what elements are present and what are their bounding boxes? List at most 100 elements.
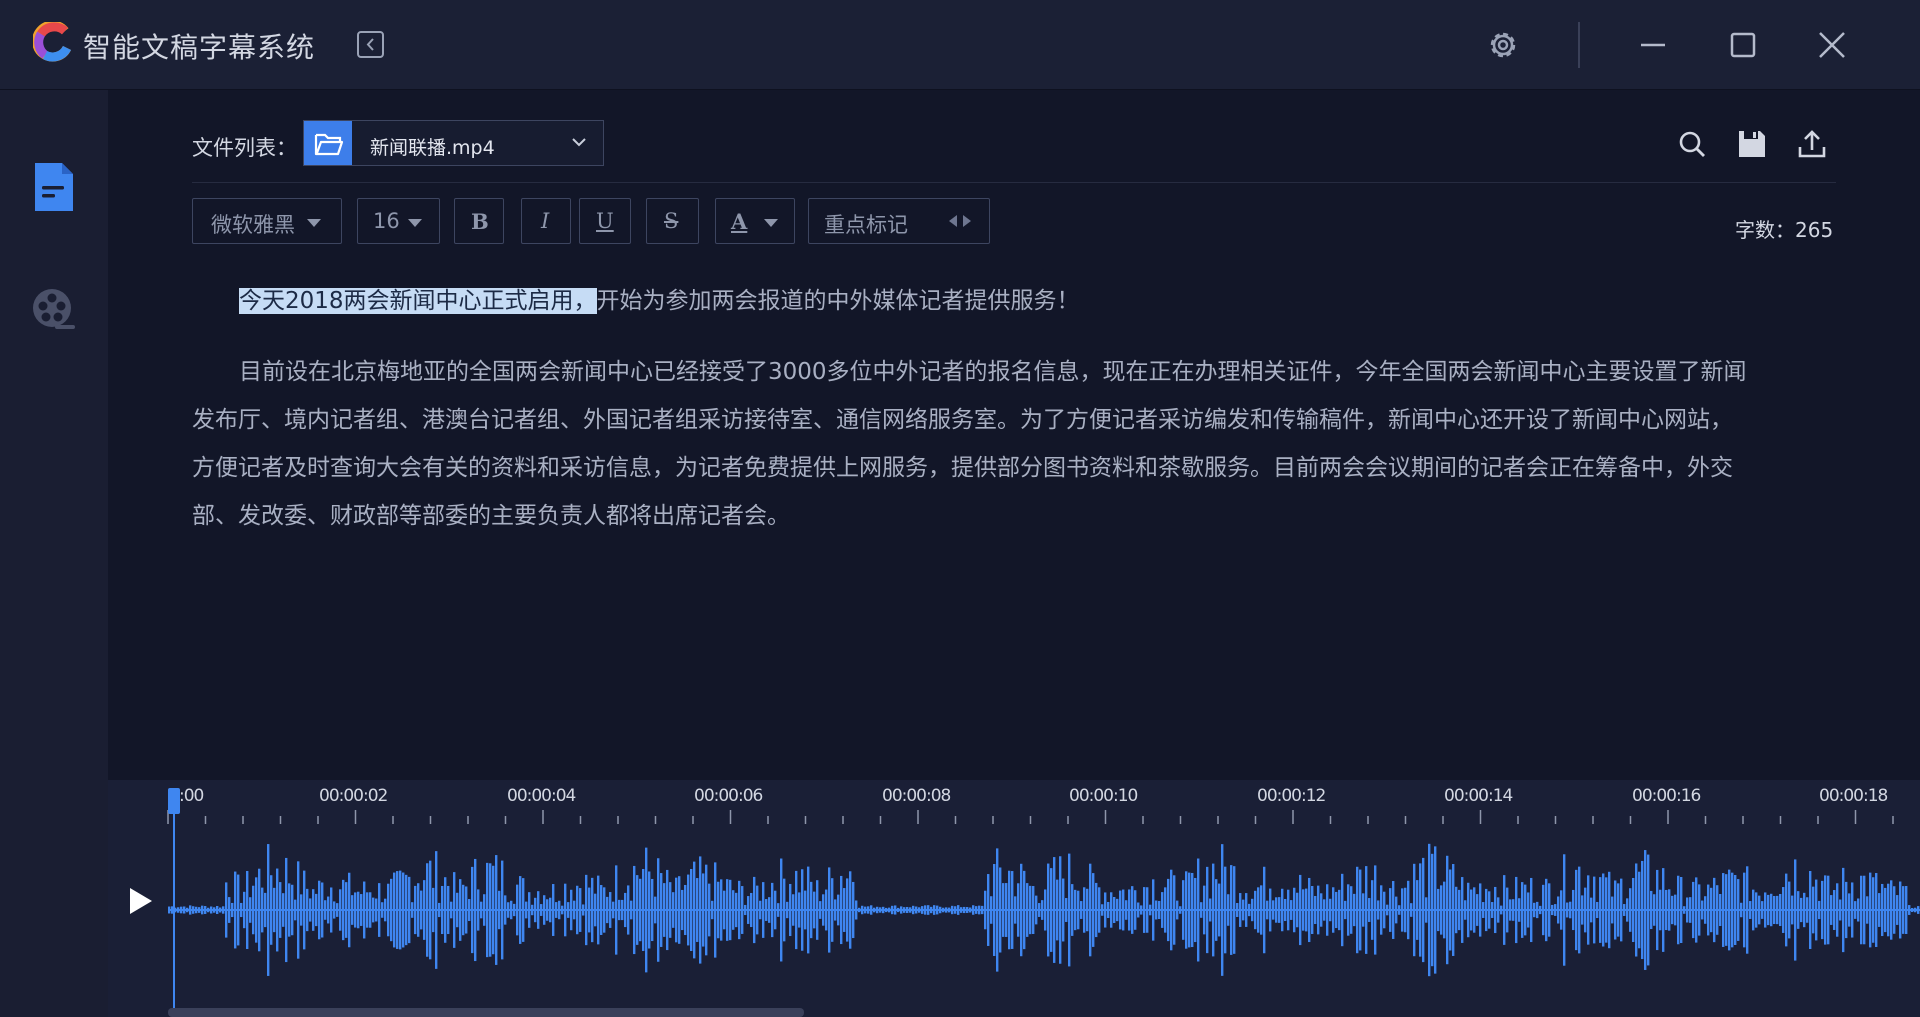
- save-icon[interactable]: [1736, 128, 1768, 160]
- waveform-bar: [1788, 881, 1791, 939]
- audio-waveform[interactable]: [168, 820, 1920, 1000]
- playhead-line[interactable]: [173, 810, 175, 1010]
- sidebar: [0, 90, 108, 1017]
- waveform-bar: [318, 880, 321, 940]
- waveform-bar: [1521, 882, 1524, 938]
- waveform-bar: [1644, 850, 1647, 970]
- paragraph-2-line-2[interactable]: 发布厅、境内记者组、港澳台记者组、外国记者组采访接待室、通信网络服务室。为了方便…: [192, 396, 1832, 444]
- waveform-bar: [1770, 893, 1773, 927]
- highlight-mark-button[interactable]: 重点标记: [808, 198, 990, 244]
- waveform-bar: [651, 878, 654, 942]
- font-size-select[interactable]: 16: [357, 198, 440, 244]
- waveform-bar: [180, 906, 183, 914]
- waveform-bar: [1575, 869, 1578, 951]
- waveform-bar: [1728, 869, 1731, 951]
- waveform-bar: [1458, 889, 1461, 931]
- close-icon[interactable]: [1812, 25, 1852, 65]
- waveform-bar: [990, 896, 993, 924]
- font-family-select[interactable]: 微软雅黑: [192, 198, 342, 244]
- maximize-icon[interactable]: [1723, 25, 1763, 65]
- waveform-bar: [1752, 889, 1755, 931]
- waveform-bar: [1632, 877, 1635, 943]
- waveform-bar: [513, 903, 516, 917]
- upload-icon[interactable]: [1796, 128, 1828, 160]
- waveform-bar: [1305, 888, 1308, 932]
- waveform-bar: [858, 907, 861, 913]
- waveform-bar: [924, 905, 927, 915]
- waveform-bar: [1098, 887, 1101, 933]
- waveform-bar: [942, 907, 945, 913]
- waveform-bar: [1863, 875, 1866, 945]
- waveform-bar: [1395, 896, 1398, 924]
- waveform-bar: [807, 866, 810, 954]
- strikethrough-button[interactable]: S: [646, 198, 699, 244]
- font-color-button[interactable]: A: [715, 198, 795, 244]
- waveform-bar: [1812, 886, 1815, 934]
- waveform-bar: [183, 906, 186, 914]
- waveform-bar: [429, 860, 432, 960]
- waveform-bar: [1095, 882, 1098, 938]
- waveform-bar: [1191, 872, 1194, 948]
- waveform-bar: [1860, 875, 1863, 945]
- underline-button[interactable]: U: [579, 198, 631, 244]
- waveform-bar: [738, 880, 741, 940]
- bold-button[interactable]: B: [454, 198, 504, 244]
- search-icon[interactable]: [1676, 128, 1708, 160]
- paragraph-1-rest[interactable]: 开始为参加两会报道的中外媒体记者提供服务！: [597, 288, 1080, 314]
- waveform-bar: [1071, 884, 1074, 936]
- waveform-bar: [1434, 846, 1437, 974]
- waveform-bar: [1698, 884, 1701, 936]
- waveform-bar: [1914, 907, 1917, 913]
- waveform-bar: [975, 906, 978, 914]
- waveform-bar: [543, 895, 546, 925]
- waveform-bar: [1134, 890, 1137, 930]
- gear-icon[interactable]: [1483, 25, 1523, 65]
- open-folder-button[interactable]: [304, 121, 352, 165]
- paragraph-2-line-4[interactable]: 部、发改委、财政部等部委的主要负责人都将出席记者会。: [192, 492, 1832, 540]
- play-icon[interactable]: [126, 884, 156, 918]
- paragraph-2[interactable]: 目前设在北京梅地亚的全国两会新闻中心已经接受了3000多位中外记者的报名信息，现…: [192, 348, 1832, 540]
- waveform-bar: [1176, 900, 1179, 920]
- audio-timeline: :00 00:00:02 00:00:04 00:00:06 00:00:08 …: [108, 780, 1920, 1017]
- waveform-bar: [306, 888, 309, 932]
- waveform-bar: [1608, 871, 1611, 949]
- collapse-sidebar-button[interactable]: [357, 31, 384, 58]
- waveform-bar: [1596, 901, 1599, 919]
- selected-text[interactable]: 今天2018两会新闻中心正式启用，: [239, 288, 597, 314]
- waveform-bar: [1839, 899, 1842, 921]
- waveform-bar: [1035, 895, 1038, 925]
- paragraph-2-line-3[interactable]: 方便记者及时查询大会有关的资料和采访信息，为记者免费提供上网服务，提供部分图书资…: [192, 444, 1832, 492]
- time-label: 00:00:18: [1819, 786, 1888, 806]
- waveform-bar: [1440, 885, 1443, 935]
- waveform-bar: [324, 900, 327, 920]
- waveform-bar: [1263, 866, 1266, 954]
- horizontal-scrollbar[interactable]: [168, 1008, 804, 1017]
- waveform-bar: [1254, 890, 1257, 930]
- waveform-bar: [675, 877, 678, 943]
- waveform-bar: [1260, 885, 1263, 935]
- italic-button[interactable]: I: [521, 198, 571, 244]
- waveform-bar: [453, 872, 456, 948]
- waveform-bar: [993, 864, 996, 956]
- document-icon[interactable]: [32, 160, 76, 214]
- waveform-bar: [1539, 905, 1542, 915]
- paragraph-1[interactable]: 今天2018两会新闻中心正式启用，开始为参加两会报道的中外媒体记者提供服务！: [192, 277, 1832, 325]
- waveform-bar: [1695, 877, 1698, 943]
- waveform-bar: [1452, 864, 1455, 956]
- waveform-bar: [996, 848, 999, 972]
- file-select[interactable]: 新闻联播.mp4: [303, 120, 604, 166]
- waveform-bar: [366, 892, 369, 928]
- waveform-bar: [297, 861, 300, 959]
- waveform-bar: [1335, 891, 1338, 929]
- waveform-bar: [786, 901, 789, 919]
- waveform-bar: [528, 892, 531, 928]
- waveform-bar: [417, 883, 420, 937]
- waveform-bar: [1758, 895, 1761, 925]
- film-reel-icon[interactable]: [31, 286, 77, 332]
- waveform-bar: [564, 883, 567, 937]
- waveform-bar: [1467, 882, 1470, 938]
- waveform-bar: [1446, 855, 1449, 965]
- waveform-bar: [576, 885, 579, 935]
- paragraph-2-line-1[interactable]: 目前设在北京梅地亚的全国两会新闻中心已经接受了3000多位中外记者的报名信息，现…: [192, 348, 1832, 396]
- minimize-icon[interactable]: [1633, 25, 1673, 65]
